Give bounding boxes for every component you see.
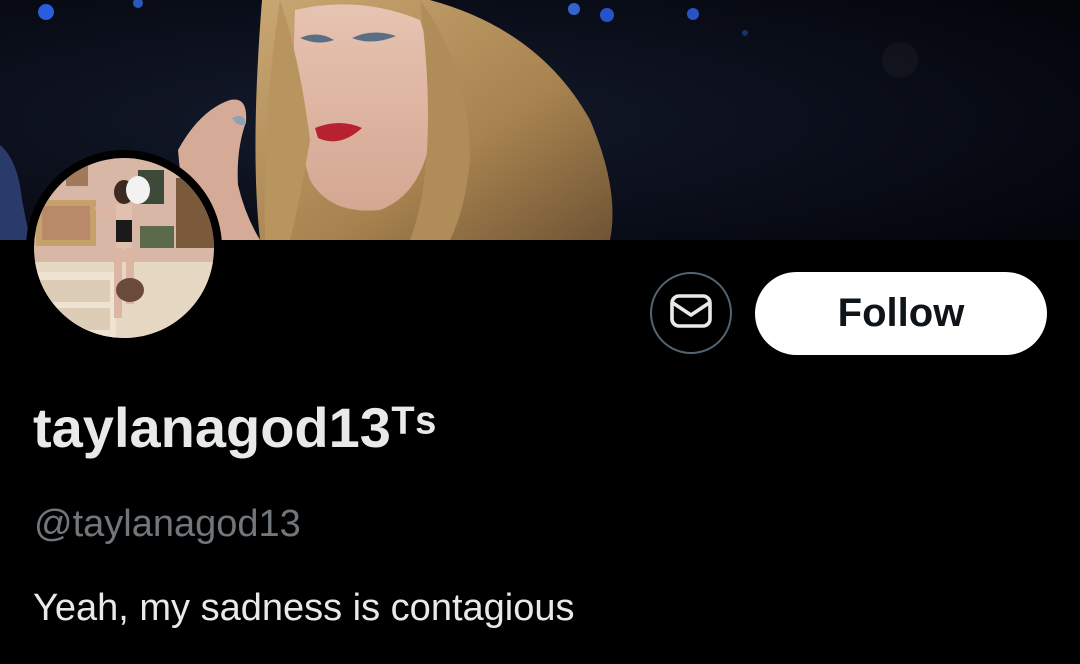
follow-button-label: Follow [837,291,965,335]
envelope-icon [669,289,713,338]
user-handle: @taylanagod13 [34,503,301,545]
follow-button[interactable]: Follow [755,272,1047,355]
message-button[interactable] [650,272,732,354]
profile-bio: Yeah, my sadness is contagious [33,587,575,629]
profile-avatar[interactable] [26,150,222,346]
display-name: taylanagod13ᵀˢ [33,396,437,459]
